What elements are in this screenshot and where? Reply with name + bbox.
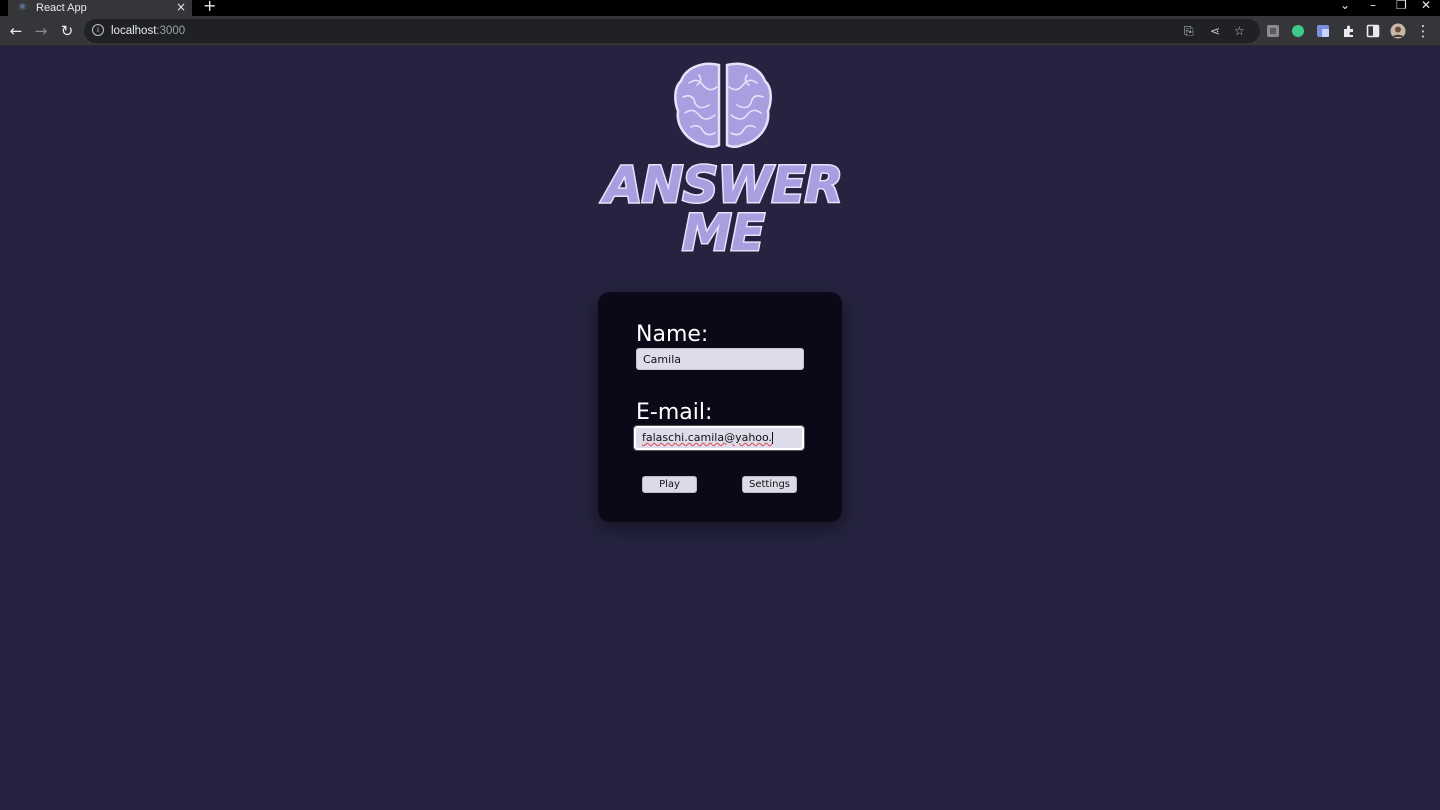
name-input[interactable] <box>636 348 804 370</box>
bookmark-star-icon[interactable]: ☆ <box>1234 22 1245 40</box>
browser-tab[interactable]: ⚛ React App × <box>8 0 192 16</box>
close-window-button[interactable]: ✕ <box>1421 0 1431 12</box>
green-extension-icon[interactable] <box>1291 24 1305 38</box>
page-viewport: ANSWER ME Name: E-mail: falaschi.camila@… <box>0 47 1440 810</box>
brain-icon <box>674 62 772 149</box>
back-icon[interactable]: ← <box>5 20 27 42</box>
email-input-value: falaschi.camila@yahoo. <box>642 431 773 444</box>
email-input[interactable]: falaschi.camila@yahoo. <box>633 425 805 451</box>
side-panel-icon[interactable] <box>1366 24 1380 38</box>
name-label: Name: <box>636 322 709 347</box>
tab-search-icon[interactable]: ⌄ <box>1340 0 1350 12</box>
answer-me-logo: ANSWER ME <box>598 62 845 257</box>
browser-menu-icon[interactable]: ⋮ <box>1412 20 1434 42</box>
tab-close-icon[interactable]: × <box>176 0 186 14</box>
play-button[interactable]: Play <box>642 476 697 493</box>
translate-extension-icon[interactable] <box>1316 24 1330 38</box>
url-host: localhost <box>111 25 157 37</box>
forward-icon[interactable]: → <box>30 20 52 42</box>
url-text: localhost:3000 <box>111 23 185 39</box>
browser-toolbar: ← → ↻ i localhost:3000 ⎘ ⋖ ☆ ⋮ <box>0 16 1440 46</box>
puzzle-extensions-icon[interactable] <box>1341 24 1355 38</box>
extension-icon[interactable] <box>1266 24 1280 38</box>
site-info-icon[interactable]: i <box>92 24 104 36</box>
logo-line-me: ME <box>682 204 765 257</box>
minimize-button[interactable]: – <box>1370 0 1376 12</box>
url-port: :3000 <box>156 25 186 37</box>
translate-icon[interactable]: ⎘ <box>1184 22 1194 40</box>
email-label: E-mail: <box>636 400 713 425</box>
player-form-card: Name: E-mail: falaschi.camila@yahoo. Pla… <box>598 292 842 522</box>
reload-icon[interactable]: ↻ <box>56 20 78 42</box>
tab-title: React App <box>36 2 87 14</box>
text-cursor <box>772 432 774 444</box>
new-tab-button[interactable]: + <box>203 0 216 14</box>
restore-button[interactable]: ❐ <box>1396 0 1407 12</box>
address-bar[interactable]: i localhost:3000 ⎘ ⋖ ☆ <box>84 19 1260 43</box>
browser-tab-strip: ⚛ React App × + ⌄ – ❐ ✕ <box>0 0 1440 16</box>
settings-button[interactable]: Settings <box>742 476 797 493</box>
share-icon[interactable]: ⋖ <box>1210 22 1220 40</box>
profile-avatar[interactable] <box>1390 23 1406 39</box>
react-favicon-icon: ⚛ <box>18 2 27 13</box>
